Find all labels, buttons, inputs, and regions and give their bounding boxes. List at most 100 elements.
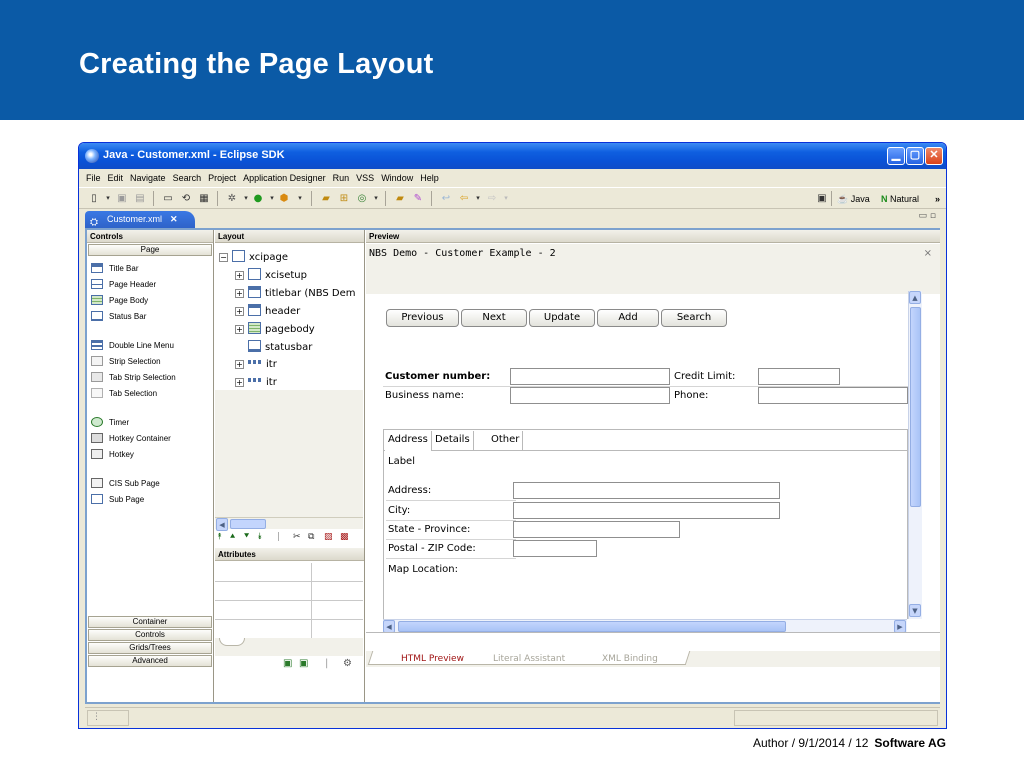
control-page-body[interactable]: Page Body bbox=[91, 295, 148, 307]
external-tools-icon[interactable]: ⬢ bbox=[277, 192, 291, 205]
paste-icon[interactable]: ▨ bbox=[324, 532, 333, 542]
window-titlebar[interactable]: Java - Customer.xml - Eclipse SDK ▁ ▢ ✕ bbox=[79, 143, 946, 169]
menu-edit[interactable]: Edit bbox=[108, 169, 124, 187]
attribute-row[interactable] bbox=[215, 563, 363, 582]
control-timer[interactable]: Timer bbox=[91, 417, 129, 429]
new-package-icon[interactable]: ▰ bbox=[319, 192, 333, 205]
phone-field[interactable] bbox=[758, 387, 908, 404]
control-sub-page[interactable]: Sub Page bbox=[91, 494, 144, 506]
maximize-icon[interactable]: ▢ bbox=[906, 147, 924, 165]
move-up-icon[interactable]: ⯅ bbox=[229, 532, 236, 542]
new-icon[interactable]: ▯ bbox=[87, 192, 101, 205]
dropdown-arrow-icon[interactable]: ▾ bbox=[101, 192, 115, 205]
close-tab-icon[interactable]: ✕ bbox=[170, 214, 178, 224]
tab-other[interactable]: Other bbox=[488, 431, 524, 451]
tab-address[interactable]: Address bbox=[385, 431, 432, 451]
print-icon[interactable]: ▤ bbox=[133, 192, 147, 205]
editor-tab-customer[interactable]: ⛭ Customer.xml ✕ bbox=[85, 211, 195, 228]
state-province-field[interactable] bbox=[513, 521, 680, 538]
scroll-down-icon[interactable]: ▼ bbox=[909, 604, 921, 617]
debug-icon[interactable]: ✲ bbox=[225, 192, 239, 205]
perspective-java[interactable]: ☕ Java bbox=[837, 191, 870, 207]
run-icon[interactable]: ● bbox=[251, 192, 265, 205]
apply-all-icon[interactable]: ▣ bbox=[299, 658, 308, 669]
category-controls[interactable]: Controls bbox=[88, 629, 212, 641]
next-button[interactable]: Next bbox=[461, 309, 527, 327]
scroll-up-icon[interactable]: ▲ bbox=[909, 291, 921, 304]
last-edit-icon[interactable]: ↩ bbox=[439, 192, 453, 205]
customer-number-field[interactable] bbox=[510, 368, 670, 385]
attributes-tab[interactable] bbox=[219, 638, 245, 646]
control-hotkey[interactable]: Hotkey bbox=[91, 449, 134, 461]
tree-node-statusbar[interactable]: statusbar bbox=[248, 340, 312, 355]
copy-icon[interactable]: ⧉ bbox=[308, 532, 314, 542]
new-class-icon[interactable]: ⊞ bbox=[337, 192, 351, 205]
back-icon[interactable]: ⇦ bbox=[457, 192, 471, 205]
preview-horizontal-scrollbar[interactable]: ◀ ▶ bbox=[383, 619, 907, 633]
add-button[interactable]: Add bbox=[597, 309, 659, 327]
address-field[interactable] bbox=[513, 482, 780, 499]
minimize-icon[interactable]: ▁ bbox=[887, 147, 905, 165]
menu-search[interactable]: Search bbox=[173, 169, 202, 187]
control-tab-selection[interactable]: Tab Selection bbox=[91, 388, 157, 400]
tab-xml-binding[interactable]: XML Binding bbox=[602, 653, 658, 665]
business-name-field[interactable] bbox=[510, 387, 670, 404]
tab-details[interactable]: Details bbox=[432, 431, 474, 451]
search-button[interactable]: Search bbox=[661, 309, 727, 327]
previous-button[interactable]: Previous bbox=[386, 309, 459, 327]
dropdown-arrow-icon[interactable]: ▾ bbox=[293, 192, 307, 205]
view-icon[interactable]: ▭ bbox=[161, 192, 175, 205]
expand-icon[interactable]: + bbox=[235, 325, 244, 334]
tree-node-xcipage[interactable]: − xcipage bbox=[219, 250, 288, 265]
attribute-row[interactable] bbox=[215, 601, 363, 620]
settings-icon[interactable]: ⚙ bbox=[343, 658, 352, 669]
control-title-bar[interactable]: Title Bar bbox=[91, 263, 139, 275]
scroll-thumb[interactable] bbox=[230, 519, 266, 529]
new-interface-icon[interactable]: ◎ bbox=[355, 192, 369, 205]
expand-icon[interactable]: + bbox=[235, 307, 244, 316]
close-icon[interactable]: ✕ bbox=[925, 147, 943, 165]
build-icon[interactable]: ▦ bbox=[197, 192, 211, 205]
move-top-icon[interactable]: ⯭ bbox=[217, 532, 222, 542]
category-container[interactable]: Container bbox=[88, 616, 212, 628]
page-category[interactable]: Page bbox=[88, 244, 212, 256]
expand-icon[interactable]: + bbox=[235, 289, 244, 298]
attribute-row[interactable] bbox=[215, 620, 363, 639]
control-hotkey-container[interactable]: Hotkey Container bbox=[91, 433, 171, 445]
move-bottom-icon[interactable]: ⯯ bbox=[257, 532, 262, 542]
menu-file[interactable]: File bbox=[86, 169, 101, 187]
attribute-row[interactable] bbox=[215, 582, 363, 601]
expand-icon[interactable]: + bbox=[235, 360, 244, 369]
delete-icon[interactable]: ▩ bbox=[340, 532, 349, 542]
open-perspective-icon[interactable]: ▣ bbox=[815, 192, 829, 205]
menu-project[interactable]: Project bbox=[208, 169, 236, 187]
category-advanced[interactable]: Advanced bbox=[88, 655, 212, 667]
save-icon[interactable]: ▣ bbox=[115, 192, 129, 205]
tree-node-itr[interactable]: + itr bbox=[235, 358, 277, 372]
menu-application-designer[interactable]: Application Designer bbox=[243, 169, 326, 187]
tree-node-header[interactable]: + header bbox=[235, 304, 300, 319]
move-down-icon[interactable]: ⯆ bbox=[243, 532, 250, 542]
tree-node-pagebody[interactable]: + pagebody bbox=[235, 322, 315, 337]
forward-icon[interactable]: ⇨ bbox=[485, 192, 499, 205]
menu-navigate[interactable]: Navigate bbox=[130, 169, 166, 187]
search-tool-icon[interactable]: ✎ bbox=[411, 192, 425, 205]
expand-icon[interactable]: + bbox=[235, 271, 244, 280]
layout-horizontal-scrollbar[interactable]: ◀ bbox=[215, 517, 363, 531]
collapse-icon[interactable]: − bbox=[219, 253, 228, 262]
open-type-icon[interactable]: ▰ bbox=[393, 192, 407, 205]
postal-zip-field[interactable] bbox=[513, 540, 597, 557]
control-page-header[interactable]: Page Header bbox=[91, 279, 156, 291]
perspective-natural[interactable]: N Natural bbox=[881, 191, 919, 207]
control-strip-selection[interactable]: Strip Selection bbox=[91, 356, 161, 368]
apply-icon[interactable]: ▣ bbox=[283, 658, 292, 669]
minimize-maximize-icon[interactable]: ▭ ▫ bbox=[919, 211, 936, 221]
menu-vss[interactable]: VSS bbox=[356, 169, 374, 187]
tab-html-preview[interactable]: HTML Preview bbox=[401, 653, 464, 665]
control-double-line-menu[interactable]: Double Line Menu bbox=[91, 340, 174, 352]
menu-run[interactable]: Run bbox=[333, 169, 350, 187]
control-status-bar[interactable]: Status Bar bbox=[91, 311, 146, 323]
scroll-thumb[interactable] bbox=[910, 307, 921, 507]
tree-node-itr[interactable]: + itr bbox=[235, 376, 277, 390]
refresh-icon[interactable]: ⟲ bbox=[179, 192, 193, 205]
